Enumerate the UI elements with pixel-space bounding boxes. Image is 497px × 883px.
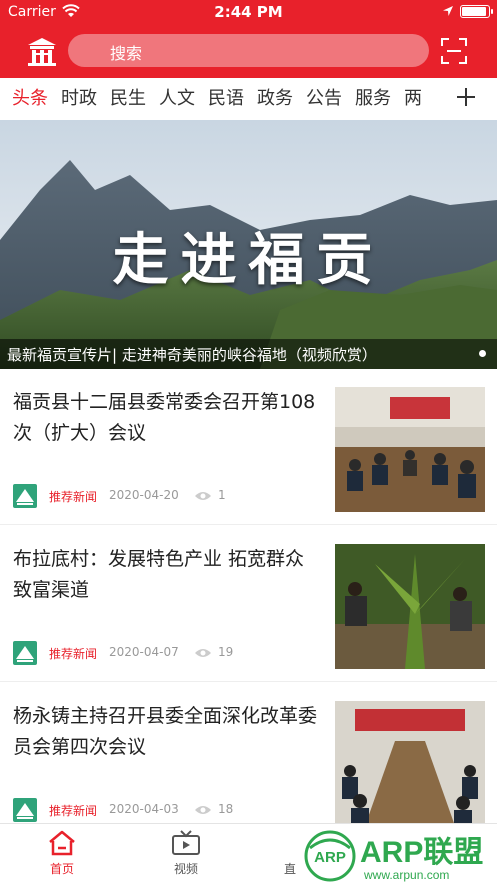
source-logo-icon	[13, 798, 37, 822]
search-input[interactable]: 搜索	[68, 34, 429, 67]
search-placeholder: 搜索	[110, 44, 143, 63]
tab-live[interactable]: 直	[278, 830, 302, 877]
tab-8[interactable]: 两	[404, 88, 422, 110]
battery-level	[462, 7, 486, 16]
carousel-dot[interactable]	[479, 350, 486, 357]
building-icon[interactable]	[26, 36, 58, 66]
tab-video[interactable]: 视频	[156, 830, 216, 877]
news-tag: 推荐新闻	[49, 647, 98, 661]
clock: 2:44 PM	[214, 3, 283, 21]
home-icon	[49, 830, 75, 856]
news-date: 2020-04-20	[109, 488, 179, 502]
news-views: 18	[218, 802, 234, 816]
tab-5[interactable]: 政务	[257, 88, 293, 110]
tab-3[interactable]: 人文	[159, 88, 195, 110]
scan-icon[interactable]	[441, 38, 467, 64]
news-title[interactable]: 福贡县十二届县委常委会召开第108次（扩大）会议	[13, 387, 323, 449]
tab-6[interactable]: 公告	[306, 88, 342, 110]
tab-2[interactable]: 民生	[110, 88, 146, 110]
tab-0[interactable]: 头条	[12, 88, 48, 110]
banner-title: 走进福贡	[112, 227, 385, 293]
news-tag: 推荐新闻	[49, 490, 98, 504]
location-arrow-icon	[443, 6, 453, 16]
news-date: 2020-04-03	[109, 802, 179, 816]
tab-home[interactable]: 首页	[32, 830, 92, 877]
tab-1[interactable]: 时政	[61, 88, 97, 110]
source-logo-icon	[13, 641, 37, 665]
news-views: 19	[218, 645, 234, 659]
news-thumbnail[interactable]	[335, 701, 485, 826]
tab-video-label: 视频	[173, 862, 198, 876]
tv-icon	[172, 830, 200, 855]
watermark-badge: ARP	[314, 849, 346, 866]
news-title[interactable]: 布拉底村：发展特色产业 拓宽群众致富渠道	[13, 544, 323, 606]
news-thumbnail[interactable]	[335, 387, 485, 512]
news-views: 1	[218, 488, 226, 502]
tab-row: 头条 时政 民生 人文 民语 政务 公告 服务两	[12, 88, 437, 112]
watermark-text: ARP联盟	[360, 836, 483, 869]
news-title[interactable]: 杨永铸主持召开县委全面深化改革委员会第四次会议	[13, 701, 323, 763]
news-thumbnail[interactable]	[335, 544, 485, 669]
eye-icon	[195, 806, 211, 814]
status-bar: Carrier 2:44 PM	[0, 0, 497, 26]
plus-icon[interactable]	[455, 86, 477, 108]
news-tag: 推荐新闻	[49, 804, 98, 818]
arp-watermark: ARP ARP联盟 www.arpun.com	[302, 826, 497, 883]
watermark-url: www.arpun.com	[363, 868, 449, 882]
source-logo-icon	[13, 484, 37, 508]
news-date: 2020-04-07	[109, 645, 179, 659]
tab-7[interactable]: 服务	[355, 88, 391, 110]
news-item[interactable]: 布拉底村：发展特色产业 拓宽群众致富渠道推荐新闻 2020-04-07 19	[0, 526, 497, 682]
banner-carousel[interactable]: 走进福贡 最新福贡宣传片| 走进神奇美丽的峡谷福地（视频欣赏）	[0, 120, 497, 369]
tab-home-label: 首页	[49, 862, 74, 876]
eye-icon	[195, 649, 211, 657]
app-header: Carrier 2:44 PM 搜索	[0, 0, 497, 78]
battery-icon	[460, 5, 493, 18]
tab-4[interactable]: 民语	[208, 88, 244, 110]
category-tabs: 头条 时政 民生 人文 民语 政务 公告 服务两	[0, 78, 497, 120]
news-item[interactable]: 杨永铸主持召开县委全面深化改革委员会第四次会议推荐新闻 2020-04-03 18	[0, 683, 497, 839]
tab-live-label: 直	[283, 862, 296, 876]
news-item[interactable]: 福贡县十二届县委常委会召开第108次（扩大）会议推荐新闻 2020-04-20 1	[0, 369, 497, 525]
eye-icon	[195, 492, 211, 500]
banner-caption: 最新福贡宣传片| 走进神奇美丽的峡谷福地（视频欣赏）	[0, 339, 497, 369]
